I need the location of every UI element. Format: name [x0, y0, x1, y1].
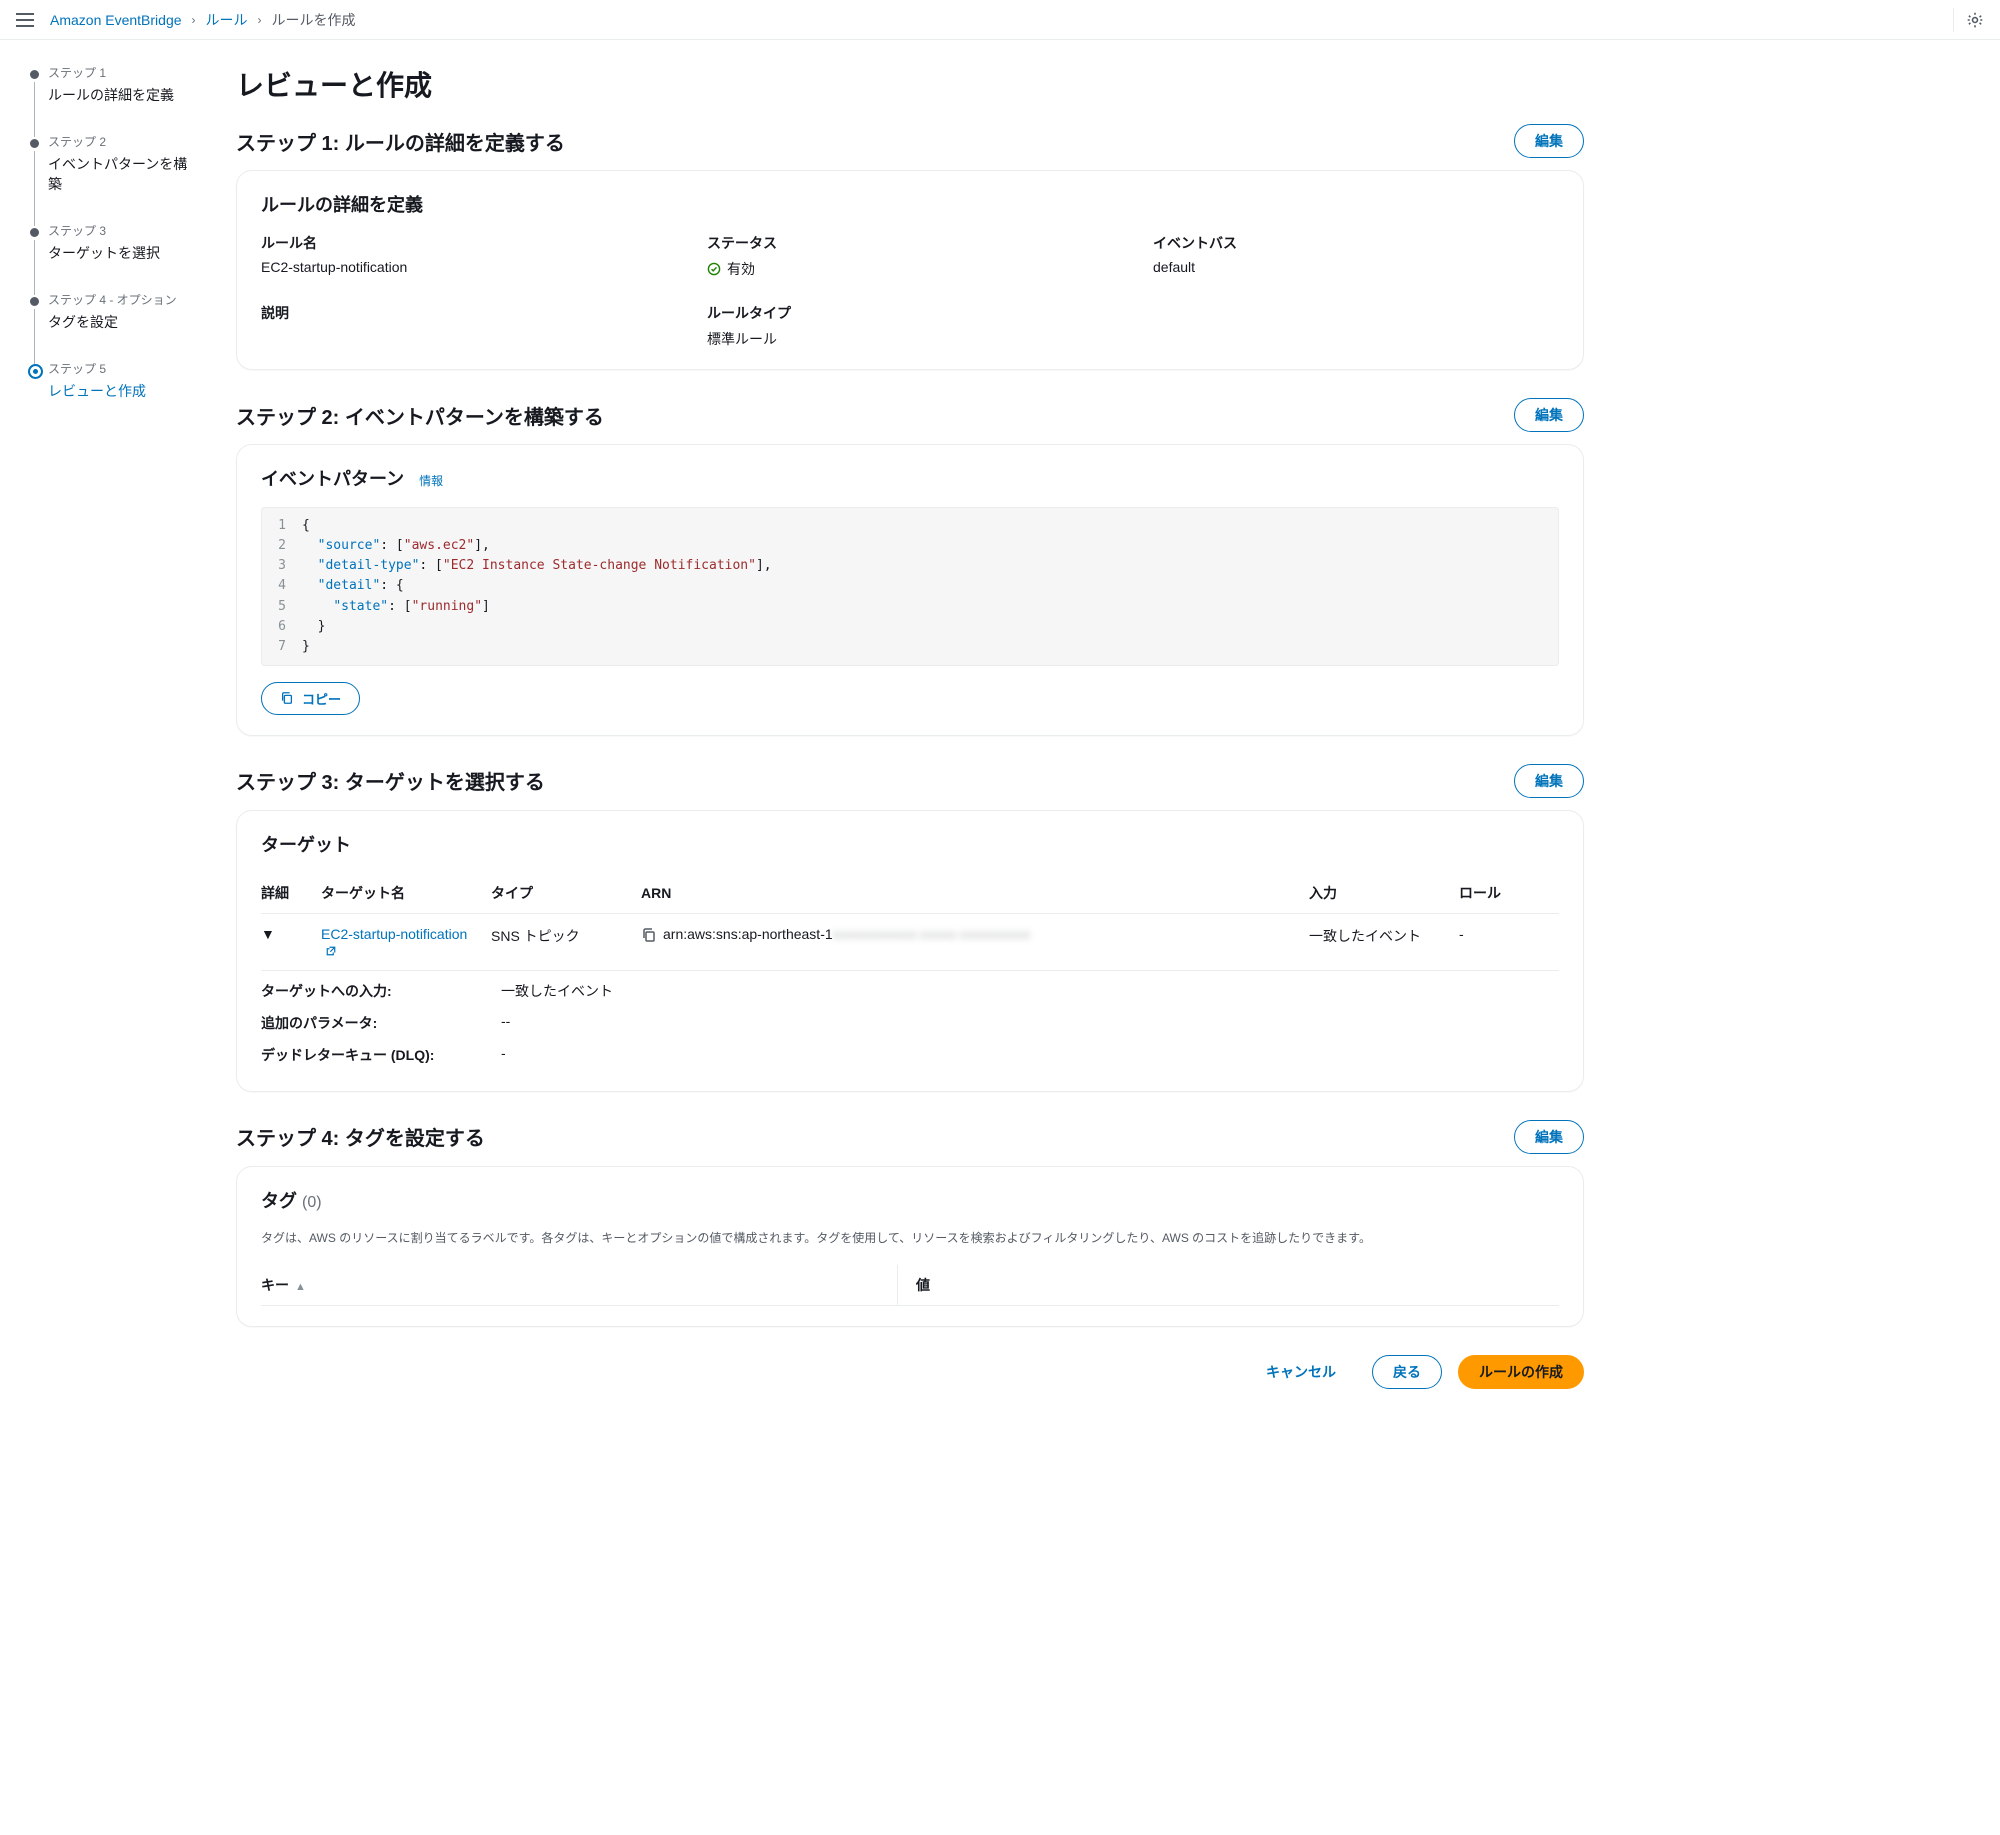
event-pattern-code: 1{ 2 "source": ["aws.ec2"], 3 "detail-ty… [261, 507, 1559, 666]
step-num: ステップ 2 [48, 133, 200, 150]
menu-icon[interactable] [16, 13, 34, 27]
breadcrumb: Amazon EventBridge › ルール › ルールを作成 [50, 10, 356, 30]
col-detail: 詳細 [261, 873, 321, 914]
value-event-bus: default [1153, 259, 1559, 275]
copy-button[interactable]: コピー [261, 682, 360, 715]
step-5[interactable]: ステップ 5 レビューと作成 [24, 360, 200, 429]
col-tag-key[interactable]: キー▲ [261, 1265, 897, 1306]
panel-title: ルールの詳細を定義 [261, 191, 1559, 217]
target-input: 一致したイベント [1309, 913, 1459, 970]
create-rule-button[interactable]: ルールの作成 [1458, 1355, 1584, 1389]
label-additional-params: 追加のパラメータ: [261, 1013, 461, 1033]
tags-panel: タグ (0) タグは、AWS のリソースに割り当てるラベルです。各タグは、キーと… [236, 1166, 1584, 1327]
step-num: ステップ 5 [48, 360, 200, 377]
back-button[interactable]: 戻る [1372, 1355, 1442, 1389]
label-rule-name: ルール名 [261, 233, 667, 253]
edit-step-4-button[interactable]: 編集 [1514, 1120, 1584, 1154]
value-rule-type: 標準ルール [707, 329, 1113, 349]
expand-row-icon[interactable]: ▼ [261, 926, 275, 942]
info-link[interactable]: 情報 [419, 474, 443, 488]
external-link-icon [325, 945, 337, 957]
label-event-bus: イベントバス [1153, 233, 1559, 253]
label-dlq: デッドレターキュー (DLQ): [261, 1045, 461, 1065]
section-4-title: ステップ 4: タグを設定する [236, 1122, 1514, 1151]
divider [1953, 8, 1954, 32]
chevron-right-icon: › [258, 13, 262, 27]
panel-title: タグ (0) [261, 1187, 1559, 1213]
step-label: イベントパターンを構築 [48, 156, 187, 192]
copy-icon [280, 691, 294, 705]
step-label: タグを設定 [48, 314, 118, 330]
chevron-right-icon: › [192, 13, 196, 27]
section-2-title: ステップ 2: イベントパターンを構築する [236, 401, 1514, 430]
edit-step-3-button[interactable]: 編集 [1514, 764, 1584, 798]
col-input: 入力 [1309, 873, 1459, 914]
step-3[interactable]: ステップ 3 ターゲットを選択 [24, 222, 200, 291]
section-3-title: ステップ 3: ターゲットを選択する [236, 766, 1514, 795]
tags-description: タグは、AWS のリソースに割り当てるラベルです。各タグは、キーとオプションの値… [261, 1229, 1559, 1247]
page-title: レビューと作成 [236, 64, 1584, 104]
col-target-name: ターゲット名 [321, 873, 491, 914]
edit-step-2-button[interactable]: 編集 [1514, 398, 1584, 432]
label-status: ステータス [707, 233, 1113, 253]
gear-icon[interactable] [1966, 11, 1984, 29]
step-num: ステップ 1 [48, 64, 200, 81]
col-role: ロール [1459, 873, 1559, 914]
breadcrumb-current: ルールを作成 [272, 10, 356, 30]
section-1-title: ステップ 1: ルールの詳細を定義する [236, 127, 1514, 156]
step-2[interactable]: ステップ 2 イベントパターンを構築 [24, 133, 200, 222]
label-rule-type: ルールタイプ [707, 303, 1113, 323]
step-label: レビューと作成 [48, 383, 146, 399]
step-num: ステップ 4 - オプション [48, 291, 200, 308]
rule-detail-panel: ルールの詳細を定義 ルール名 EC2-startup-notification … [236, 170, 1584, 370]
tags-count: (0) [302, 1194, 322, 1211]
col-arn: ARN [641, 873, 1309, 914]
step-4[interactable]: ステップ 4 - オプション タグを設定 [24, 291, 200, 360]
value-dlq: - [501, 1045, 506, 1065]
target-arn: arn:aws:sns:ap-northeast-1xxxxxxxxxxxx:x… [663, 926, 1030, 942]
target-role: - [1459, 913, 1559, 970]
copy-arn-icon[interactable] [641, 927, 657, 943]
event-pattern-panel: イベントパターン 情報 1{ 2 "source": ["aws.ec2"], … [236, 444, 1584, 736]
breadcrumb-rules[interactable]: ルール [206, 10, 248, 30]
cancel-button[interactable]: キャンセル [1246, 1356, 1356, 1388]
panel-title: イベントパターン 情報 [261, 465, 1559, 491]
value-rule-name: EC2-startup-notification [261, 259, 667, 275]
target-row: ▼ EC2-startup-notification SNS トピック [261, 913, 1559, 970]
value-status: 有効 [707, 259, 755, 279]
col-type: タイプ [491, 873, 641, 914]
targets-panel: ターゲット 詳細 ターゲット名 タイプ ARN 入力 ロール ▼ [236, 810, 1584, 1092]
edit-step-1-button[interactable]: 編集 [1514, 124, 1584, 158]
col-tag-value: 値 [898, 1265, 1559, 1306]
value-target-input: 一致したイベント [501, 981, 613, 1001]
check-circle-icon [707, 262, 721, 276]
step-num: ステップ 3 [48, 222, 200, 239]
panel-title: ターゲット [261, 831, 1559, 857]
breadcrumb-service[interactable]: Amazon EventBridge [50, 12, 182, 28]
label-description: 説明 [261, 303, 667, 323]
step-label: ターゲットを選択 [48, 245, 160, 261]
sort-icon: ▲ [295, 1281, 306, 1293]
target-type: SNS トピック [491, 913, 641, 970]
step-nav: ステップ 1 ルールの詳細を定義 ステップ 2 イベントパターンを構築 ステップ… [0, 40, 200, 1429]
value-additional-params: -- [501, 1013, 510, 1033]
footer-actions: キャンセル 戻る ルールの作成 [236, 1355, 1584, 1389]
step-label: ルールの詳細を定義 [48, 87, 174, 103]
step-1[interactable]: ステップ 1 ルールの詳細を定義 [24, 64, 200, 133]
label-target-input: ターゲットへの入力: [261, 981, 461, 1001]
target-name-link[interactable]: EC2-startup-notification [321, 926, 467, 958]
